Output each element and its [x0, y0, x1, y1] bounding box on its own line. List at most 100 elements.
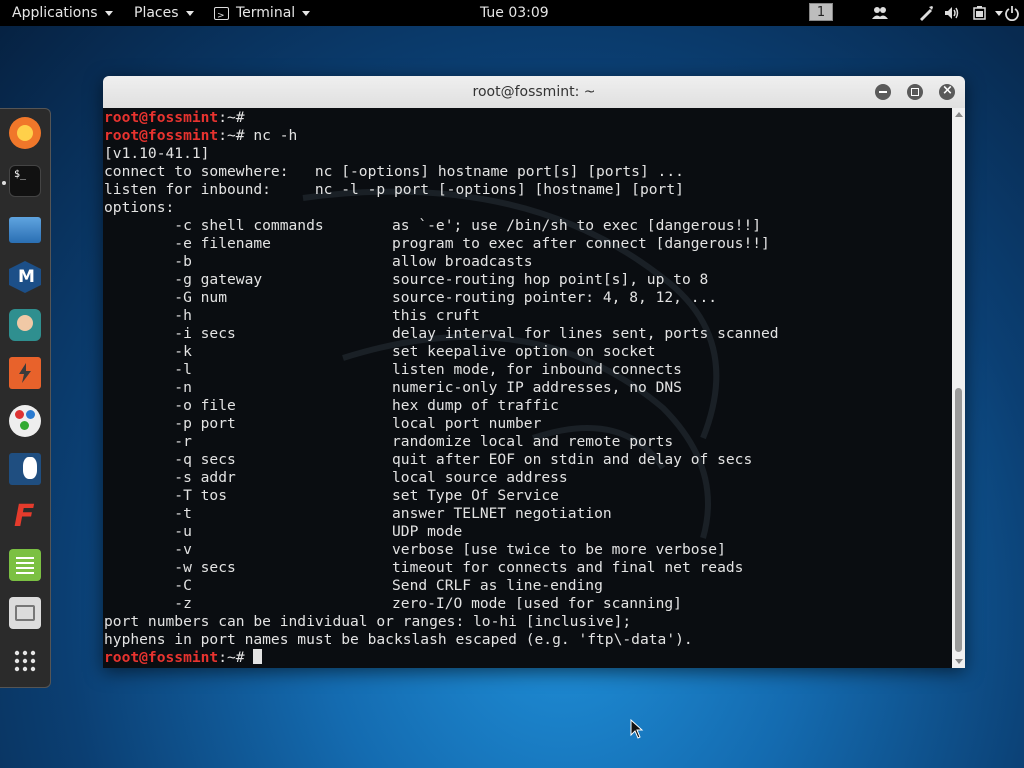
firefox-icon[interactable] — [9, 117, 41, 149]
terminal-output[interactable]: root@fossmint:~# root@fossmint:~# nc -h [v… — [103, 108, 952, 668]
option-line: -o file hex dump of traffic — [104, 397, 779, 415]
option-flag: -q secs — [104, 451, 236, 468]
option-flag: -k — [104, 343, 192, 360]
burpsuite-icon[interactable] — [9, 357, 41, 389]
option-line: -z zero-I/O mode [used for scanning] — [104, 595, 779, 613]
leafpad-icon[interactable] — [9, 549, 41, 581]
scroll-down-arrow-icon[interactable] — [955, 659, 963, 664]
prompt-line: root@fossmint:~# — [104, 649, 779, 667]
option-description: quit after EOF on stdin and delay of sec… — [392, 451, 753, 468]
option-flag: -u — [104, 523, 192, 540]
armitage-icon[interactable] — [9, 309, 41, 341]
option-line: -k set keepalive option on socket — [104, 343, 779, 361]
option-description: UDP mode — [392, 523, 463, 540]
option-flag: -b — [104, 253, 192, 270]
option-description: timeout for connects and final net reads — [392, 559, 744, 576]
option-line: -g gateway source-routing hop point[s], u… — [104, 271, 779, 289]
chevron-down-icon — [185, 10, 194, 16]
window-titlebar[interactable]: root@fossmint: ~ × — [103, 76, 965, 109]
maltego-icon[interactable] — [9, 405, 41, 437]
terminal-app-menu[interactable]: > Terminal — [214, 0, 311, 26]
option-line: -q secs quit after EOF on stdin and delay… — [104, 451, 779, 469]
option-flag: -s addr — [104, 469, 236, 486]
option-line: -r randomize local and remote ports — [104, 433, 779, 451]
scroll-up-arrow-icon[interactable] — [955, 112, 963, 117]
workspace-indicator[interactable]: 1 — [809, 3, 833, 21]
option-description: answer TELNET negotiation — [392, 505, 612, 522]
maximize-button[interactable] — [907, 84, 923, 100]
option-line: -n numeric-only IP addresses, no DNS — [104, 379, 779, 397]
power-icon[interactable] — [1004, 5, 1020, 21]
option-line: -u UDP mode — [104, 523, 779, 541]
beef-icon[interactable] — [9, 453, 41, 485]
option-description: numeric-only IP addresses, no DNS — [392, 379, 682, 396]
option-description: randomize local and remote ports — [392, 433, 674, 450]
option-description: as `-e'; use /bin/sh to exec [dangerous!… — [392, 217, 762, 234]
terminal-scrollbar[interactable] — [952, 108, 965, 668]
clock[interactable]: Tue 03:09 — [480, 0, 549, 26]
screenshot-icon[interactable] — [9, 597, 41, 629]
faraday-icon[interactable]: F — [9, 499, 41, 534]
close-icon: × — [942, 83, 953, 98]
terminal-window[interactable]: root@fossmint: ~ × root@fossmint:~# root@… — [103, 76, 965, 668]
terminal-icon[interactable]: $_ — [9, 165, 41, 197]
pen-tool-icon[interactable] — [918, 5, 934, 21]
minimize-button[interactable] — [875, 84, 891, 100]
places-menu[interactable]: Places — [134, 0, 194, 26]
minimize-icon — [879, 91, 887, 93]
clock-label: Tue 03:09 — [480, 5, 549, 21]
people-icon[interactable] — [872, 5, 888, 21]
option-flag: -G num — [104, 289, 228, 306]
option-flag: -p port — [104, 415, 236, 432]
system-menu-chevron-icon[interactable] — [995, 11, 1003, 16]
top-panel: Applications Places > Terminal Tue 03:09… — [0, 0, 1024, 26]
show-apps-icon[interactable] — [9, 645, 41, 677]
version-line: [v1.10-41.1] — [104, 145, 210, 162]
option-flag: -i secs — [104, 325, 236, 342]
terminal-menu-label: Terminal — [236, 5, 296, 21]
active-app-indicator — [2, 181, 6, 185]
close-button[interactable]: × — [939, 83, 955, 100]
option-description: Send CRLF as line-ending — [392, 577, 603, 594]
option-flag: -o file — [104, 397, 236, 414]
option-description: zero-I/O mode [used for scanning] — [392, 595, 682, 612]
chevron-down-icon — [104, 10, 113, 16]
option-description: allow broadcasts — [392, 253, 533, 270]
mouse-pointer-icon — [630, 719, 644, 739]
maximize-icon — [911, 88, 919, 96]
option-line: -e filename program to exec after connect… — [104, 235, 779, 253]
prompt-user: root@fossmint — [104, 127, 219, 144]
option-line: -c shell commands as `-e'; use /bin/sh to… — [104, 217, 779, 235]
scrollbar-thumb[interactable] — [955, 388, 962, 652]
footer-line: hyphens in port names must be backslash … — [104, 631, 693, 648]
option-description: set keepalive option on socket — [392, 343, 656, 360]
files-icon[interactable] — [9, 217, 41, 243]
option-line: -G num source-routing pointer: 4, 8, 12, … — [104, 289, 779, 307]
option-flag: -e filename — [104, 235, 271, 252]
metasploit-icon[interactable]: M — [9, 261, 41, 293]
volume-icon[interactable] — [944, 5, 960, 21]
option-description: verbose [use twice to be more verbose] — [392, 541, 726, 558]
battery-icon[interactable] — [972, 5, 988, 21]
option-description: local source address — [392, 469, 568, 486]
option-flag: -w secs — [104, 559, 236, 576]
option-line: -s addr local source address — [104, 469, 779, 487]
command-text: nc -h — [244, 127, 298, 144]
option-line: -i secs delay interval for lines sent, po… — [104, 325, 778, 343]
option-line: -C Send CRLF as line-ending — [104, 577, 779, 595]
option-line: -b allow broadcasts — [104, 253, 779, 271]
prompt-line: root@fossmint:~# — [104, 109, 779, 127]
option-flag: -c shell commands — [104, 217, 324, 234]
option-line: -h this cruft — [104, 307, 779, 325]
applications-menu[interactable]: Applications — [12, 0, 113, 26]
option-flag: -r — [104, 433, 192, 450]
usage-line: listen for inbound: nc -l -p port [-opti… — [104, 181, 684, 198]
usage-line: options: — [104, 199, 175, 216]
option-flag: -v — [104, 541, 192, 558]
option-flag: -g gateway — [104, 271, 263, 288]
option-line: -w secs timeout for connects and final ne… — [104, 559, 779, 577]
option-description: local port number — [392, 415, 542, 432]
usage-line: connect to somewhere: nc [-options] host… — [104, 163, 684, 180]
option-line: -p port local port number — [104, 415, 779, 433]
option-flag: -l — [104, 361, 192, 378]
